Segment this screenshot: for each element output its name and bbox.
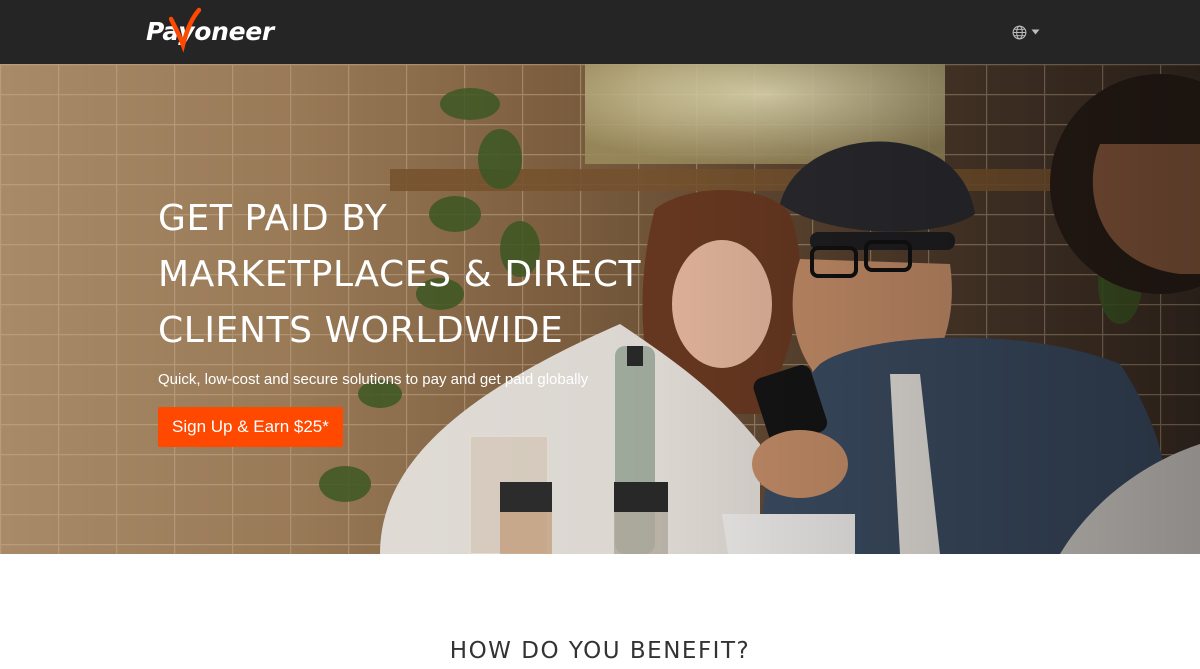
benefits-heading: HOW DO YOU BENEFIT? [449,638,751,664]
benefits-section: HOW DO YOU BENEFIT? [0,554,1200,669]
payoneer-logo[interactable]: Payoneer [146,7,274,54]
headline-line: CLIENTS WORLDWIDE [158,310,564,351]
top-navbar: Payoneer [0,0,1200,64]
globe-icon [1012,25,1027,39]
logo-swoosh-icon [169,7,201,53]
hero-subheadline: Quick, low-cost and secure solutions to … [158,371,589,388]
headline-line: GET PAID BY [158,198,388,239]
signup-button[interactable]: Sign Up & Earn $25* [158,407,343,447]
hero-copy: GET PAID BY MARKETPLACES & DIRECT CLIENT… [158,191,678,447]
logo-text: Payoneer [146,17,274,46]
hero-banner: GET PAID BY MARKETPLACES & DIRECT CLIENT… [0,64,1200,554]
headline-line: MARKETPLACES & DIRECT [158,254,642,295]
hero-headline: GET PAID BY MARKETPLACES & DIRECT CLIENT… [158,191,678,359]
caret-down-icon [1031,29,1040,35]
language-selector[interactable] [1012,22,1048,42]
